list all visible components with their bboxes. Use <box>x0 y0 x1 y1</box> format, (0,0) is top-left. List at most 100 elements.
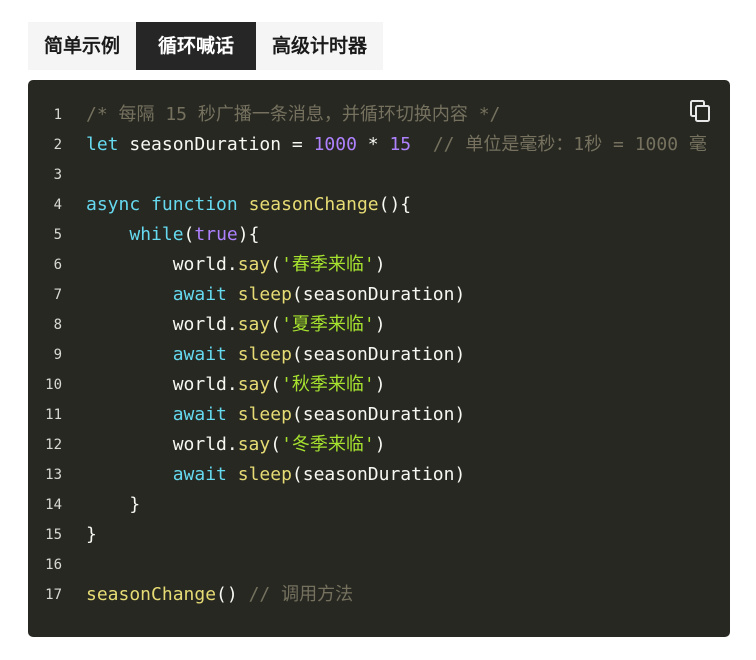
code-token: await <box>172 284 227 305</box>
code-token: ){ <box>237 224 260 245</box>
code-token: (){ <box>378 194 412 215</box>
code-token: async <box>86 194 141 215</box>
code-token: say <box>237 374 271 395</box>
code-token: seasonDuration = <box>118 134 314 155</box>
line-number: 16 <box>45 557 62 573</box>
code-token: while <box>129 224 184 245</box>
code-token: '冬季来临' <box>281 434 375 455</box>
code-line: 1 /* 每隔 15 秒广播一条消息，并循环切换内容 */ <box>28 100 730 130</box>
code-text: world.say('秋季来临') <box>86 370 386 400</box>
code-text: await sleep(seasonDuration) <box>86 340 466 370</box>
code-token: sleep <box>237 284 292 305</box>
code-text: world.say('春季来临') <box>86 250 386 280</box>
code-token: } <box>86 494 141 515</box>
code-token: world. <box>86 434 238 455</box>
code-text: await sleep(seasonDuration) <box>86 400 466 430</box>
code-token: ( <box>270 254 282 275</box>
code-token: world. <box>86 254 238 275</box>
code-line: 11 await sleep(seasonDuration) <box>28 400 730 430</box>
code-line: 5 while(true){ <box>28 220 730 250</box>
code-token: seasonChange <box>248 194 379 215</box>
line-number: 9 <box>53 347 62 363</box>
code-text: await sleep(seasonDuration) <box>86 460 466 490</box>
code-token: sleep <box>237 464 292 485</box>
tab-advanced-timer[interactable]: 高级计时器 <box>256 22 383 70</box>
code-token: '秋季来临' <box>281 374 375 395</box>
tab-loop-shout[interactable]: 循环喊话 <box>136 22 257 70</box>
code-token: ( <box>183 224 195 245</box>
code-text: /* 每隔 15 秒广播一条消息，并循环切换内容 */ <box>86 100 500 130</box>
line-number: 15 <box>45 527 62 543</box>
code-token: * <box>356 134 390 155</box>
line-number: 14 <box>45 497 62 513</box>
code-line: 8 world.say('夏季来临') <box>28 310 730 340</box>
code-text: } <box>86 490 140 520</box>
code-token: '春季来临' <box>281 254 375 275</box>
code-text: world.say('夏季来临') <box>86 310 386 340</box>
line-number: 1 <box>53 107 62 123</box>
code-line: 9 await sleep(seasonDuration) <box>28 340 730 370</box>
code-token: await <box>172 344 227 365</box>
code-token: // 单位是毫秒：1秒 = 1000 毫 <box>432 134 707 155</box>
code-token: ) <box>374 314 386 335</box>
code-line: 6 world.say('春季来临') <box>28 250 730 280</box>
code-token: (seasonDuration) <box>291 284 466 305</box>
line-number: 4 <box>53 197 62 213</box>
line-number: 6 <box>53 257 62 273</box>
code-line: 13 await sleep(seasonDuration) <box>28 460 730 490</box>
line-number: 10 <box>45 377 62 393</box>
code-line: 17 seasonChange() // 调用方法 <box>28 580 730 610</box>
code-text: await sleep(seasonDuration) <box>86 280 466 310</box>
code-token: ( <box>270 434 282 455</box>
code-token: world. <box>86 314 238 335</box>
tab-simple-example[interactable]: 简单示例 <box>28 22 136 70</box>
code-token: // 调用方法 <box>248 584 354 605</box>
code-token: await <box>172 464 227 485</box>
line-number: 8 <box>53 317 62 333</box>
code-line: 15} <box>28 520 730 550</box>
code-token: sleep <box>237 344 292 365</box>
code-text: let seasonDuration = 1000 * 15 // 单位是毫秒：… <box>86 130 707 160</box>
code-line: 4 async function seasonChange(){ <box>28 190 730 220</box>
code-token: say <box>237 314 271 335</box>
line-number: 12 <box>45 437 62 453</box>
code-line: 12 world.say('冬季来临') <box>28 430 730 460</box>
code-token: 15 <box>389 134 412 155</box>
line-number: 2 <box>53 137 62 153</box>
code-token: say <box>237 434 271 455</box>
code-token: ( <box>270 374 282 395</box>
code-token: function <box>151 194 238 215</box>
code-text: seasonChange() // 调用方法 <box>86 580 353 610</box>
code-line: 2 let seasonDuration = 1000 * 15 // 单位是毫秒… <box>28 130 730 160</box>
code-line: 3 <box>28 160 730 190</box>
line-number: 7 <box>53 287 62 303</box>
code-token: (seasonDuration) <box>291 464 466 485</box>
code-line: 7 await sleep(seasonDuration) <box>28 280 730 310</box>
code-line: 16 <box>28 550 730 580</box>
code-token: /* 每隔 15 秒广播一条消息，并循环切换内容 */ <box>86 104 501 125</box>
code-token: say <box>237 254 271 275</box>
line-number: 11 <box>45 407 62 423</box>
code-lines: 1 /* 每隔 15 秒广播一条消息，并循环切换内容 */ 2 let seasonD… <box>28 100 730 610</box>
line-number: 3 <box>53 167 62 183</box>
code-token: ( <box>270 314 282 335</box>
code-token: world. <box>86 374 238 395</box>
code-text: world.say('冬季来临') <box>86 430 386 460</box>
line-number: 17 <box>45 587 62 603</box>
code-token: } <box>86 524 97 545</box>
line-number: 5 <box>53 227 62 243</box>
code-block: 1 /* 每隔 15 秒广播一条消息，并循环切换内容 */ 2 let seasonD… <box>28 80 730 637</box>
code-line: 14 } <box>28 490 730 520</box>
code-token: await <box>172 404 227 425</box>
code-token: ) <box>374 434 386 455</box>
